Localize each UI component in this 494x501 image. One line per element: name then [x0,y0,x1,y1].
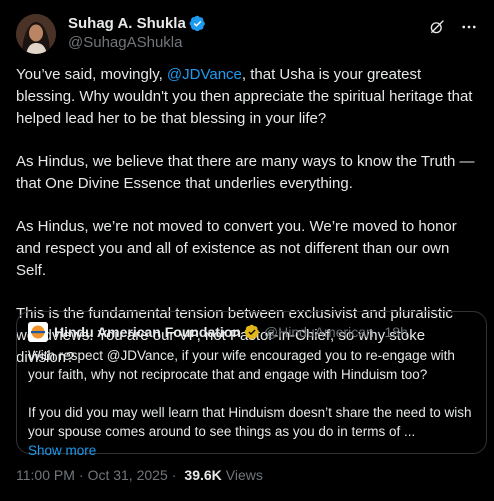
tweet-paragraph-1: You’ve said, movingly, @JDVance, that Us… [16,64,478,130]
tweet-paragraph-2: As Hindus, we believe that there are man… [16,153,475,192]
author-avatar[interactable] [16,14,56,54]
quoted-separator: · [376,324,382,340]
tweet-header: Suhag A. Shukla @SuhagAShukla [16,14,478,54]
post-date[interactable]: Oct 31, 2025 [88,467,168,483]
quoted-tweet-header: Hindu American Foundation @HinduAmerican… [28,322,475,342]
grok-icon[interactable] [428,18,446,36]
post-time[interactable]: 11:00 PM [16,467,75,483]
hinduamerican-logo-icon [28,322,48,342]
quoted-author-handle: @HinduAmerican [263,324,374,340]
mention-link[interactable]: @JDVance [167,66,242,83]
header-actions [428,14,478,36]
meta-separator: · [78,467,84,483]
verified-org-badge-icon [244,324,259,340]
tweet-paragraph-3: As Hindus, we’re not moved to convert yo… [16,218,457,279]
tweet-paragraph-1-pre: You’ve said, movingly, [16,66,167,83]
more-icon[interactable] [460,18,478,36]
quoted-paragraph-1: With respect @JDVance, if your wife enco… [28,348,455,382]
verified-badge-icon[interactable] [189,15,206,32]
quoted-tweet[interactable]: Hindu American Foundation @HinduAmerican… [16,311,487,458]
author-name[interactable]: Suhag A. Shukla [68,14,186,33]
meta-separator-2: · [171,467,177,483]
author-avatar-image [16,14,56,54]
tweet-meta: 11:00 PM · Oct 31, 2025 · 39.6K Views [16,467,263,483]
author-handle[interactable]: @SuhagAShukla [68,33,206,52]
quoted-author-name: Hindu American Foundation [54,324,241,340]
author-name-row: Suhag A. Shukla [68,14,206,33]
quoted-timestamp: 18h [384,324,408,340]
views-label: Views [225,467,263,483]
author-info: Suhag A. Shukla @SuhagAShukla [68,14,206,52]
quoted-author-avatar [28,322,48,342]
views-count[interactable]: 39.6K [184,467,221,483]
show-more-link[interactable]: Show more [28,442,96,460]
quoted-paragraph-2: If you did you may well learn that Hindu… [28,405,472,439]
quoted-tweet-body: With respect @JDVance, if your wife enco… [28,346,475,460]
